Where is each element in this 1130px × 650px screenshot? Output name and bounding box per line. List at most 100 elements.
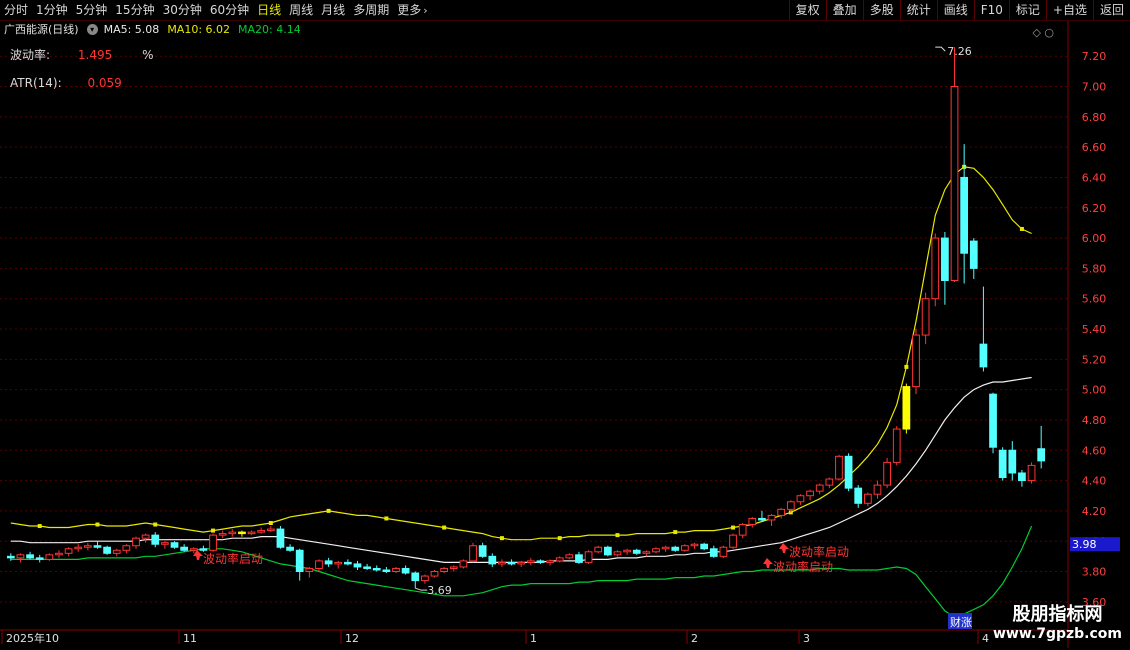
more-chevron-icon[interactable]: ›: [423, 4, 427, 17]
period-button[interactable]: 月线: [317, 0, 349, 20]
candle-body: [806, 490, 814, 497]
upper-marker: [211, 528, 216, 533]
candle-body: [132, 537, 140, 547]
period-button[interactable]: 5分钟: [72, 0, 112, 20]
candle-body: [372, 567, 381, 571]
period-button[interactable]: 更多: [393, 0, 425, 20]
candle-body: [295, 549, 304, 572]
candle-body: [93, 545, 102, 548]
candle-body: [526, 560, 535, 563]
candle-body: [141, 534, 150, 539]
toolbar-button[interactable]: 多股: [862, 0, 900, 20]
period-button[interactable]: 1分钟: [32, 0, 72, 20]
candle-body: [449, 566, 458, 569]
toolbar-button[interactable]: 复权: [788, 0, 826, 20]
candle-body: [517, 561, 526, 565]
toolbar-right-buttons: 复权 叠加 多股 统计 画线 F10 标记 +自选 返回: [788, 0, 1130, 20]
y-tick-label: 6.20: [1082, 202, 1107, 215]
legend-bar: 广西能源(日线) ▾ MA5: 5.08 MA10: 6.02 MA20: 4.…: [0, 20, 309, 38]
candle-body: [815, 484, 824, 492]
candle-body: [902, 386, 911, 430]
toolbar-button[interactable]: F10: [973, 0, 1009, 20]
corner-icons[interactable]: ◇ ○: [1032, 26, 1054, 39]
candle-body: [334, 561, 343, 565]
upper-marker: [731, 525, 736, 530]
candle-body: [112, 549, 121, 554]
candle-body: [266, 528, 275, 532]
y-tick-label: 5.60: [1082, 293, 1107, 306]
y-tick-label: 5.20: [1082, 353, 1107, 366]
period-button[interactable]: 周线: [285, 0, 317, 20]
candlestick-chart[interactable]: 7.263.69波动率启动波动率启动波动率启动 3.603.804.004.20…: [0, 0, 1130, 650]
y-tick-label: 4.60: [1082, 444, 1107, 457]
x-tick-label: 2: [691, 632, 698, 645]
candle-body: [989, 393, 997, 448]
candle-body: [218, 533, 227, 536]
stock-title: 广西能源(日线): [4, 23, 79, 36]
y-tick-label: 5.40: [1082, 323, 1107, 336]
candle-body: [180, 546, 189, 551]
ma20-label: MA20: 4.14: [238, 22, 301, 36]
dropdown-circle-icon[interactable]: ▾: [86, 23, 98, 35]
toolbar-button[interactable]: 统计: [899, 0, 937, 20]
candle-body: [729, 534, 737, 548]
watermark-url: www.7gpzb.com: [992, 626, 1122, 642]
candle-body: [469, 545, 477, 562]
candle-body: [709, 548, 718, 557]
x-tick-label: 2025年10: [6, 631, 59, 645]
period-button[interactable]: 多周期: [349, 0, 393, 20]
candle-body: [189, 548, 198, 551]
candle-body: [55, 552, 63, 556]
period-button[interactable]: 30分钟: [159, 0, 206, 20]
candle-body: [825, 478, 834, 486]
candle-body: [960, 176, 969, 254]
candle-body: [392, 567, 400, 572]
candle-body: [632, 549, 641, 554]
candle-body: [690, 543, 699, 547]
toolbar-button[interactable]: 画线: [936, 0, 974, 20]
candle-body: [575, 554, 583, 563]
candle-body: [257, 530, 266, 533]
candle-body: [1018, 472, 1026, 482]
candle-body: [921, 298, 930, 336]
x-tick-label: 11: [183, 632, 197, 645]
y-tick-label: 7.20: [1082, 50, 1107, 63]
atr-row: ATR(14): 0.059: [10, 76, 122, 90]
y-tick-label: 4.40: [1082, 475, 1107, 488]
candle-body: [228, 531, 237, 535]
toolbar-button[interactable]: 标记: [1008, 0, 1046, 20]
x-tick-label: 12: [345, 632, 359, 645]
candle-body: [796, 495, 805, 503]
period-button[interactable]: 日线: [253, 0, 285, 20]
candle-body: [478, 545, 487, 557]
candle-body: [603, 546, 612, 556]
y-tick-label: 6.40: [1082, 171, 1107, 184]
y-tick-label: 7.00: [1082, 81, 1107, 94]
candle-body: [642, 551, 651, 554]
candle-body: [767, 514, 776, 521]
candle-body: [343, 561, 352, 565]
atr-label: ATR(14):: [10, 76, 62, 90]
candle-body: [844, 455, 853, 489]
y-tick-label: 6.00: [1082, 232, 1107, 245]
candle-body: [459, 560, 468, 568]
candle-body: [35, 557, 44, 560]
period-button[interactable]: 60分钟: [206, 0, 253, 20]
period-button[interactable]: 15分钟: [111, 0, 158, 20]
candle-body: [594, 546, 603, 553]
period-button[interactable]: 分时: [0, 0, 32, 20]
candle-body: [883, 461, 891, 486]
volatility-label: 波动率:: [10, 48, 51, 62]
toolbar-button[interactable]: 叠加: [825, 0, 863, 20]
candle-body: [931, 237, 940, 300]
toolbar-button[interactable]: +自选: [1045, 0, 1093, 20]
upper-marker: [95, 522, 100, 527]
candle-body: [488, 555, 497, 565]
ma5-label: MA5: 5.08: [103, 22, 160, 36]
toolbar-button[interactable]: 返回: [1092, 0, 1130, 20]
candle-body: [209, 534, 217, 551]
candle-body: [363, 566, 371, 569]
candle-body: [623, 549, 631, 553]
upper-marker: [442, 525, 447, 530]
candle-body: [1008, 449, 1017, 474]
